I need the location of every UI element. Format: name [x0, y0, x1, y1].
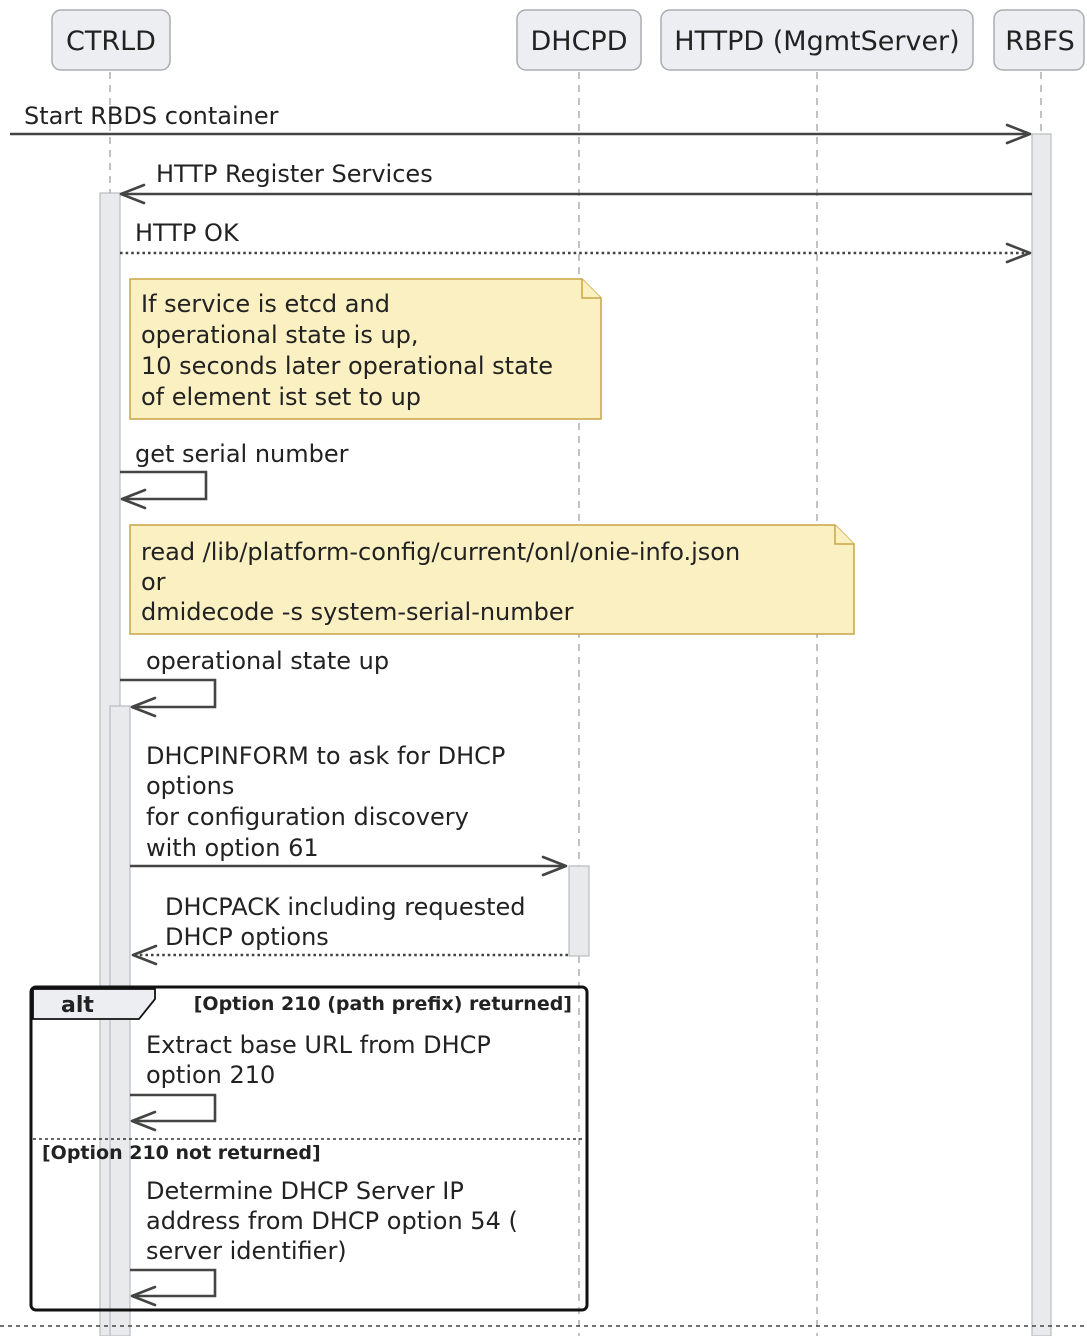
message-dhcpinform-line-4: with option 61 — [146, 834, 319, 862]
note-serial-line-3: dmidecode -s system-serial-number — [141, 598, 574, 626]
message-determine-ip-line-3: server identifier) — [146, 1237, 347, 1265]
message-dhcpinform-line-3: for configuration discovery — [146, 803, 469, 831]
message-determine-ip-line-2: address from DHCP option 54 ( — [146, 1207, 518, 1235]
message-start-rbds-label: Start RBDS container — [24, 102, 279, 130]
activation-dhcpd — [568, 865, 590, 957]
message-determine-ip: Determine DHCP Server IP address from DH… — [130, 1177, 518, 1307]
message-http-register: HTTP Register Services — [119, 160, 1032, 205]
message-dhcpack-line-2: DHCP options — [165, 923, 329, 951]
message-dhcpinform-line-1: DHCPINFORM to ask for DHCP — [146, 742, 505, 770]
message-http-ok: HTTP OK — [120, 219, 1032, 264]
message-dhcpinform: DHCPINFORM to ask for DHCP options for c… — [130, 742, 568, 877]
message-op-state-up: operational state up — [120, 647, 389, 718]
note-etcd-line-4: of element ist set to up — [141, 383, 421, 411]
participant-dhcpd-label: DHCPD — [530, 26, 627, 57]
message-extract-url-line-1: Extract base URL from DHCP — [146, 1031, 491, 1059]
message-dhcpinform-line-2: options — [146, 772, 234, 800]
participant-rbfs[interactable]: RBFS — [993, 9, 1085, 71]
note-etcd-line-2: operational state is up, — [141, 321, 419, 349]
message-get-serial: get serial number — [120, 440, 349, 510]
message-get-serial-label: get serial number — [135, 440, 349, 468]
participant-httpd[interactable]: HTTPD (MgmtServer) — [660, 9, 974, 71]
sequence-diagram: CTRLD DHCPD HTTPD (MgmtServer) RBFS Star… — [0, 9, 1087, 1336]
participant-ctrld[interactable]: CTRLD — [51, 9, 171, 71]
message-extract-url: Extract base URL from DHCP option 210 — [130, 1031, 491, 1132]
message-http-register-label: HTTP Register Services — [156, 160, 433, 188]
alt-guard: [Option 210 (path prefix) returned] — [194, 993, 572, 1015]
alt-tab — [32, 988, 156, 1020]
message-dhcpack: DHCPACK including requested DHCP options — [131, 893, 568, 966]
note-etcd-line-1: If service is etcd and — [141, 290, 390, 318]
activation-ctrld-2 — [109, 705, 131, 1336]
message-start-rbds: Start RBDS container — [10, 102, 1032, 145]
note-serial-line-1: read /lib/platform-config/current/onl/on… — [141, 538, 740, 566]
message-http-ok-label: HTTP OK — [135, 219, 240, 247]
participant-rbfs-label: RBFS — [1005, 26, 1074, 57]
message-determine-ip-line-1: Determine DHCP Server IP — [146, 1177, 464, 1205]
participant-ctrld-label: CTRLD — [66, 26, 156, 57]
participant-httpd-label: HTTPD (MgmtServer) — [674, 26, 959, 57]
note-serial-line-2: or — [141, 568, 166, 596]
participant-dhcpd[interactable]: DHCPD — [516, 9, 642, 71]
message-op-state-up-label: operational state up — [146, 647, 389, 675]
activation-rbfs — [1031, 133, 1052, 1336]
message-extract-url-line-2: option 210 — [146, 1061, 275, 1089]
alt-else-guard: [Option 210 not returned] — [42, 1142, 321, 1164]
note-serial: read /lib/platform-config/current/onl/on… — [129, 524, 855, 635]
alt-keyword: alt — [61, 993, 94, 1018]
note-etcd-line-3: 10 seconds later operational state — [141, 352, 553, 380]
message-dhcpack-line-1: DHCPACK including requested — [165, 893, 526, 921]
note-etcd: If service is etcd and operational state… — [129, 278, 602, 420]
